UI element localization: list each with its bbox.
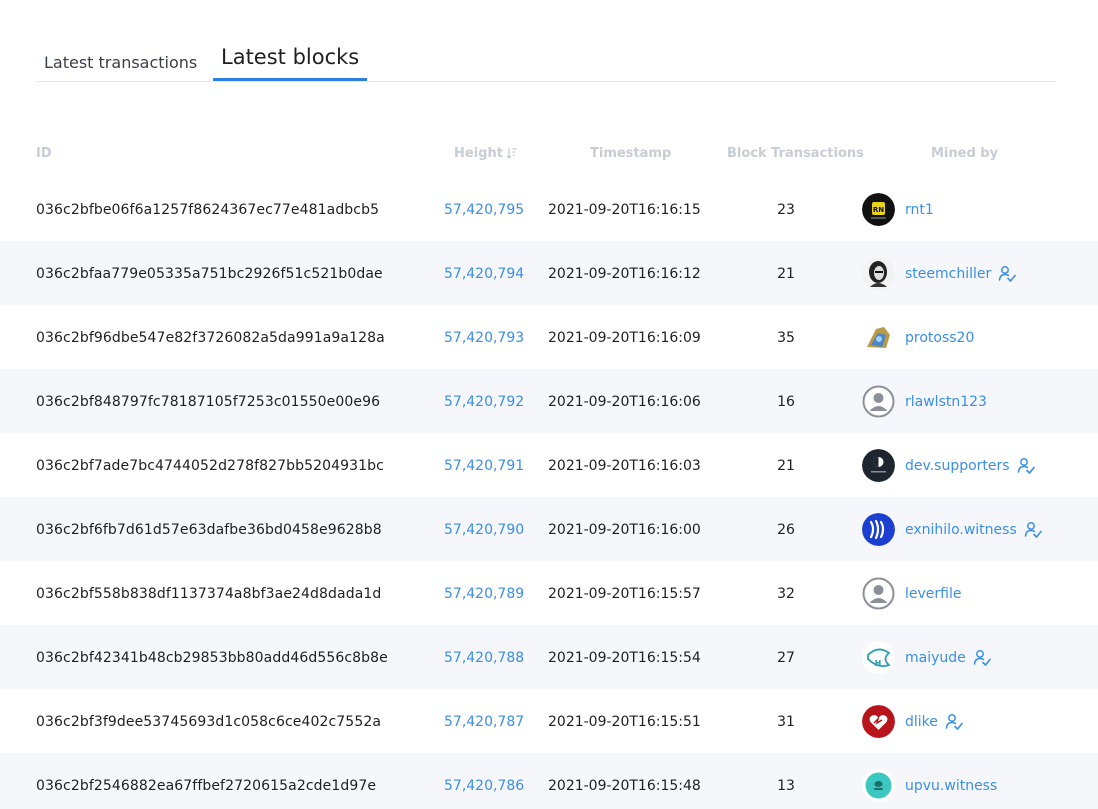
miner-link[interactable]: upvu.witness [862, 769, 997, 802]
block-timestamp: 2021-09-20T16:16:06 [548, 394, 701, 410]
svg-text:RN: RN [873, 206, 884, 214]
block-id: 036c2bf3f9dee53745693d1c058c6ce402c7552a [36, 714, 382, 730]
block-timestamp: 2021-09-20T16:15:57 [548, 586, 701, 602]
block-transaction-count: 32 [777, 586, 795, 602]
block-id: 036c2bfaa779e05335a751bc2926f51c521b0dae [36, 266, 383, 282]
block-height-link[interactable]: 57,420,794 [444, 265, 524, 283]
tab-bar: Latest transactions Latest blocks [36, 0, 1056, 82]
block-transaction-count: 31 [777, 714, 795, 730]
block-id: 036c2bf558b838df1137374a8bf3ae24d8dada1d [36, 586, 382, 602]
column-header-height-label: Height [454, 146, 503, 161]
default-user-avatar[interactable] [862, 577, 895, 610]
block-timestamp: 2021-09-20T16:16:12 [548, 266, 701, 282]
verified-witness-icon [973, 649, 991, 667]
table-row: 036c2bf2546882ea67ffbef2720615a2cde1d97e… [0, 753, 1098, 809]
block-timestamp: 2021-09-20T16:15:51 [548, 714, 701, 730]
block-transaction-count: 21 [777, 266, 795, 282]
block-id: 036c2bf96dbe547e82f3726082a5da991a9a128a [36, 330, 385, 346]
tab-latest-transactions[interactable]: Latest transactions [44, 51, 197, 81]
block-height-link[interactable]: 57,420,788 [444, 649, 524, 667]
block-id: 036c2bf2546882ea67ffbef2720615a2cde1d97e [36, 778, 377, 794]
upvu-avatar[interactable] [862, 769, 895, 802]
block-timestamp: 2021-09-20T16:16:00 [548, 522, 701, 538]
steemchiller-avatar[interactable] [862, 257, 895, 290]
miner-link[interactable]: protoss20 [862, 321, 974, 354]
miner-name[interactable]: steemchiller [905, 265, 991, 283]
block-transaction-count: 35 [777, 330, 795, 346]
default-user-avatar[interactable] [862, 385, 895, 418]
block-timestamp: 2021-09-20T16:15:48 [548, 778, 701, 794]
table-row: 036c2bf848797fc78187105f7253c01550e00e96… [0, 369, 1098, 433]
verified-witness-icon [998, 265, 1017, 283]
miner-name[interactable]: rlawlstn123 [905, 393, 987, 411]
miner-name[interactable]: rnt1 [905, 201, 934, 219]
miner-name[interactable]: dev.supporters [905, 457, 1010, 475]
miner-link[interactable]: dev.supporters [862, 449, 1035, 482]
block-height-link[interactable]: 57,420,795 [444, 201, 524, 219]
block-height-link[interactable]: 57,420,793 [444, 329, 524, 347]
blocks-table-body: 036c2bfbe06f6a1257f8624367ec77e481adbcb5… [0, 177, 1098, 809]
miner-name[interactable]: leverfile [905, 585, 961, 603]
miner-link[interactable]: ᕼ maiyude [862, 641, 991, 674]
block-transaction-count: 26 [777, 522, 795, 538]
block-transaction-count: 21 [777, 458, 795, 474]
table-row: 036c2bfbe06f6a1257f8624367ec77e481adbcb5… [0, 177, 1098, 241]
svg-text:ᕼ: ᕼ [875, 659, 882, 668]
block-id: 036c2bf42341b48cb29853bb80add46d556c8b8e [36, 650, 388, 666]
block-height-link[interactable]: 57,420,786 [444, 777, 524, 795]
table-row: 036c2bf7ade7bc4744052d278f827bb5204931bc… [0, 433, 1098, 497]
dev-supporters-avatar[interactable] [862, 449, 895, 482]
verified-witness-icon [945, 713, 963, 731]
miner-name[interactable]: upvu.witness [905, 777, 997, 795]
block-height-link[interactable]: 57,420,790 [444, 521, 524, 539]
block-timestamp: 2021-09-20T16:16:03 [548, 458, 701, 474]
miner-name[interactable]: dlike [905, 713, 938, 731]
block-transaction-count: 27 [777, 650, 795, 666]
block-id: 036c2bf848797fc78187105f7253c01550e00e96 [36, 394, 381, 410]
block-id: 036c2bfbe06f6a1257f8624367ec77e481adbcb5 [36, 202, 380, 218]
miner-link[interactable]: leverfile [862, 577, 961, 610]
block-id: 036c2bf6fb7d61d57e63dafbe36bd0458e9628b8 [36, 522, 382, 538]
block-transaction-count: 23 [777, 202, 795, 218]
miner-link[interactable]: exnihilo.witness [862, 513, 1042, 546]
block-height-link[interactable]: 57,420,787 [444, 713, 524, 731]
dlike-heart-avatar[interactable] [862, 705, 895, 738]
block-timestamp: 2021-09-20T16:16:09 [548, 330, 701, 346]
block-transaction-count: 13 [777, 778, 795, 794]
table-row: 036c2bfaa779e05335a751bc2926f51c521b0dae… [0, 241, 1098, 305]
rnt1-avatar[interactable]: RN [862, 193, 895, 226]
table-row: 036c2bf558b838df1137374a8bf3ae24d8dada1d… [0, 561, 1098, 625]
block-height-link[interactable]: 57,420,789 [444, 585, 524, 603]
sort-descending-icon[interactable] [506, 147, 517, 159]
column-header-id: ID [36, 146, 52, 161]
miner-name[interactable]: protoss20 [905, 329, 974, 347]
table-row: 036c2bf96dbe547e82f3726082a5da991a9a128a… [0, 305, 1098, 369]
table-row: 036c2bf6fb7d61d57e63dafbe36bd0458e9628b8… [0, 497, 1098, 561]
block-timestamp: 2021-09-20T16:16:15 [548, 202, 701, 218]
column-header-block-transactions: Block Transactions [727, 146, 864, 161]
miner-name[interactable]: maiyude [905, 649, 966, 667]
miner-link[interactable]: dlike [862, 705, 963, 738]
table-header: ID Height Timestamp Block Transactions M… [0, 138, 1098, 168]
miner-link[interactable]: steemchiller [862, 257, 1017, 290]
miner-link[interactable]: RN rnt1 [862, 193, 934, 226]
verified-witness-icon [1017, 457, 1035, 475]
verified-witness-icon [1024, 521, 1042, 539]
block-id: 036c2bf7ade7bc4744052d278f827bb5204931bc [36, 458, 384, 474]
block-height-link[interactable]: 57,420,791 [444, 457, 524, 475]
table-row: 036c2bf3f9dee53745693d1c058c6ce402c7552a… [0, 689, 1098, 753]
block-timestamp: 2021-09-20T16:15:54 [548, 650, 701, 666]
block-height-link[interactable]: 57,420,792 [444, 393, 524, 411]
column-header-height[interactable]: Height [454, 146, 517, 161]
column-header-timestamp: Timestamp [590, 146, 672, 161]
miner-link[interactable]: rlawlstn123 [862, 385, 987, 418]
column-header-mined-by: Mined by [931, 146, 999, 161]
miner-name[interactable]: exnihilo.witness [905, 521, 1017, 539]
protoss20-avatar[interactable] [862, 321, 895, 354]
steem-logo-avatar[interactable] [862, 513, 895, 546]
maiyude-fish-avatar[interactable]: ᕼ [862, 641, 895, 674]
block-transaction-count: 16 [777, 394, 795, 410]
tab-latest-blocks[interactable]: Latest blocks [213, 45, 368, 81]
table-row: 036c2bf42341b48cb29853bb80add46d556c8b8e… [0, 625, 1098, 689]
